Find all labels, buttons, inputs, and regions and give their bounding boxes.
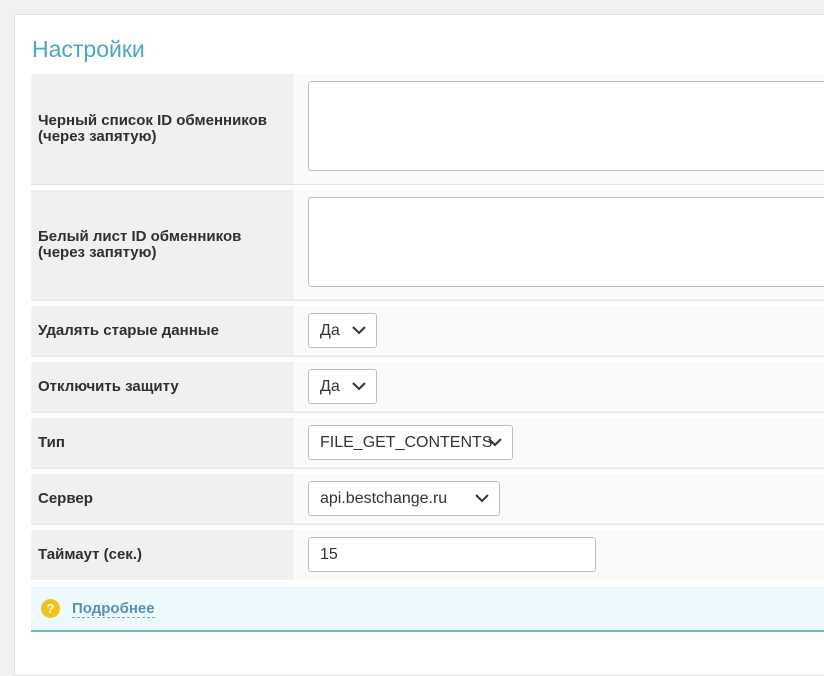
question-circle-icon: ? [41,599,60,618]
divider [31,524,824,525]
disable-protection-label: Отключить защиту [38,378,179,395]
delete-old-label: Удалять старые данные [38,322,219,339]
chevron-down-icon [352,382,366,391]
timeout-row: Таймаут (сек.) 15 [31,530,824,580]
type-row: Тип FILE_GET_CONTENTS [31,418,824,468]
delete-old-select[interactable]: Да [308,313,377,348]
disable-protection-row: Отключить защиту Да [31,362,824,412]
server-value: api.bestchange.ru [320,489,448,507]
divider [31,356,824,357]
chevron-down-icon [488,438,502,447]
disable-protection-value: Да [320,377,340,395]
type-label: Тип [38,434,65,451]
server-row: Сервер api.bestchange.ru [31,474,824,524]
info-bar: ? Подробнее [31,587,824,632]
blacklist-textarea[interactable] [308,81,824,171]
delete-old-value: Да [320,321,340,339]
type-value: FILE_GET_CONTENTS [320,433,493,451]
blacklist-row: Черный список ID обменников (через запят… [31,74,824,184]
whitelist-row: Белый лист ID обменников (через запятую) [31,190,824,300]
server-label: Сервер [38,490,93,507]
delete-old-row: Удалять старые данные Да [31,306,824,356]
divider [31,468,824,469]
blacklist-label: Черный список ID обменников (через запят… [38,112,267,145]
timeout-label: Таймаут (сек.) [38,546,142,563]
page-title: Настройки [32,36,145,62]
divider [31,300,824,301]
timeout-input[interactable]: 15 [308,537,596,572]
type-select[interactable]: FILE_GET_CONTENTS [308,425,513,460]
settings-panel: Настройки Черный список ID обменников (ч… [14,14,824,676]
chevron-down-icon [475,494,489,503]
divider [31,412,824,413]
whitelist-textarea[interactable] [308,197,824,287]
server-select[interactable]: api.bestchange.ru [308,481,500,516]
divider [31,184,824,185]
whitelist-label: Белый лист ID обменников (через запятую) [38,228,242,261]
chevron-down-icon [352,326,366,335]
disable-protection-select[interactable]: Да [308,369,377,404]
more-details-link[interactable]: Подробнее [72,600,155,618]
